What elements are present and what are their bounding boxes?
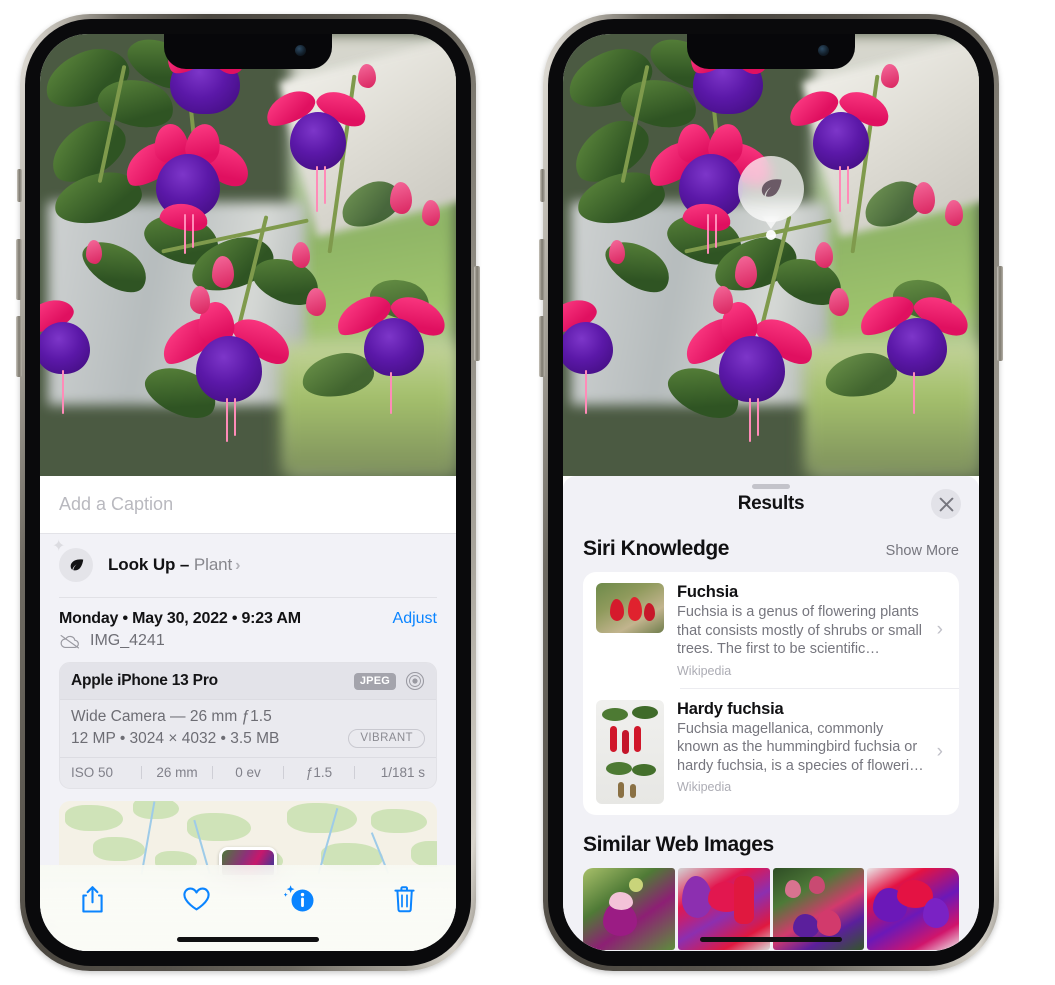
exif-shutter: 1/181 s [380, 765, 425, 780]
knowledge-thumbnail [596, 699, 664, 804]
date-row: Monday • May 30, 2022 • 9:23 AM Adjust [40, 598, 456, 629]
exif-iso: ISO 50 [71, 765, 114, 780]
photographic-style-badge: VIBRANT [348, 729, 425, 748]
sheet-title: Results [737, 493, 805, 514]
close-button[interactable] [931, 489, 961, 519]
mute-switch-left[interactable] [17, 169, 22, 202]
volume-down-button-left[interactable] [16, 316, 22, 377]
home-indicator-left[interactable] [177, 937, 319, 942]
look-up-dash: – [175, 555, 194, 574]
knowledge-item-fuchsia[interactable]: Fuchsia Fuchsia is a genus of flowering … [583, 572, 959, 689]
photo-viewer[interactable] [40, 34, 456, 476]
exif-focal-length: 26 mm [156, 765, 198, 780]
knowledge-source: Wikipedia [677, 780, 732, 795]
leaf-icon [761, 179, 782, 197]
look-up-row[interactable]: ✦ Look Up – Plant › [40, 534, 456, 598]
camera-info-card: Apple iPhone 13 Pro JPEG Wide Camera — 2… [59, 662, 437, 789]
look-up-subject: Plant [193, 555, 233, 574]
camera-card-body: Wide Camera — 26 mm ƒ1.5 12 MP • 3024 × … [60, 700, 436, 757]
caption-placeholder: Add a Caption [59, 494, 174, 514]
heart-icon [182, 887, 210, 911]
photo-info-panel: Add a Caption ✦ Look Up – Plant › Monday … [40, 476, 456, 951]
knowledge-body: Hardy fuchsia Fuchsia magellanica, commo… [677, 700, 924, 795]
format-badge: JPEG [353, 672, 396, 690]
front-camera-right [818, 45, 829, 56]
look-up-label: Look Up – Plant › [108, 555, 240, 575]
location-map[interactable] [59, 801, 437, 875]
knowledge-item-hardy-fuchsia[interactable]: Hardy fuchsia Fuchsia magellanica, commo… [583, 689, 959, 815]
screen-left: Add a Caption ✦ Look Up – Plant › Monday … [40, 34, 456, 951]
home-indicator-right[interactable] [700, 937, 842, 942]
web-image-thumbnail[interactable] [583, 867, 675, 950]
knowledge-thumbnail [596, 583, 664, 633]
share-icon [81, 885, 103, 913]
leaf-icon [70, 558, 83, 570]
specs-row: 12 MP • 3024 × 4032 • 3.5 MB VIBRANT [71, 729, 425, 748]
file-row: IMG_4241 [40, 629, 456, 662]
caption-field[interactable]: Add a Caption [40, 476, 456, 534]
camera-card-header: Apple iPhone 13 Pro JPEG [60, 663, 436, 700]
mute-switch-right[interactable] [540, 169, 545, 202]
aperture-icon[interactable] [405, 671, 425, 691]
exif-row: ISO 50 26 mm 0 ev ƒ1.5 1/181 s [60, 757, 436, 788]
share-button[interactable] [69, 879, 115, 919]
section-title-siri-knowledge: Siri Knowledge [583, 537, 730, 560]
knowledge-title: Fuchsia [677, 583, 738, 601]
file-name: IMG_4241 [90, 632, 165, 649]
section-title-similar-web-images: Similar Web Images [583, 832, 774, 856]
knowledge-body: Fuchsia Fuchsia is a genus of flowering … [677, 583, 924, 678]
sparkle-icon: ✦ [52, 538, 66, 555]
favorite-button[interactable] [173, 879, 219, 919]
volume-down-button-right[interactable] [539, 316, 545, 377]
power-button-right[interactable] [997, 266, 1003, 361]
chevron-right-icon: › [235, 557, 241, 574]
power-button-left[interactable] [474, 266, 480, 361]
camera-header-badges: JPEG [353, 671, 425, 691]
similar-web-images-header: Similar Web Images [563, 815, 979, 868]
photo-toolbar [40, 865, 456, 951]
siri-knowledge-card: Fuchsia Fuchsia is a genus of flowering … [583, 572, 959, 815]
knowledge-title: Hardy fuchsia [677, 699, 784, 718]
trash-icon [393, 886, 415, 913]
lens-info: Wide Camera — 26 mm ƒ1.5 [71, 708, 272, 725]
chevron-right-icon: › [936, 619, 943, 641]
info-button[interactable] [277, 879, 323, 919]
sheet-header: Results [563, 476, 979, 532]
leaf-icon-container: ✦ [52, 539, 93, 582]
photo-background [40, 34, 456, 476]
delete-button[interactable] [381, 879, 427, 919]
screenshot-stage: Add a Caption ✦ Look Up – Plant › Monday … [0, 0, 1055, 985]
device-notch-left [164, 34, 332, 69]
chevron-right-icon: › [936, 740, 943, 762]
visual-look-up-badge[interactable] [738, 156, 804, 222]
close-icon [939, 497, 953, 511]
visual-look-up-dot [766, 230, 776, 240]
info-sparkle-icon [284, 885, 314, 912]
screen-right: Results Siri Knowledge Show More Fuchsia… [563, 34, 979, 951]
volume-up-button-right[interactable] [539, 239, 545, 300]
exif-exposure: 0 ev [235, 765, 261, 780]
look-up-title: Look Up [108, 555, 176, 574]
exif-aperture: ƒ1.5 [305, 765, 333, 780]
knowledge-source: Wikipedia [677, 663, 732, 678]
photo-background-right [563, 34, 979, 476]
web-image-thumbnail[interactable] [867, 867, 959, 950]
image-specs: 12 MP • 3024 × 4032 • 3.5 MB [71, 729, 280, 747]
adjust-button[interactable]: Adjust [393, 610, 437, 628]
show-more-button[interactable]: Show More [886, 543, 959, 559]
photo-date: Monday • May 30, 2022 • 9:23 AM [59, 610, 301, 627]
knowledge-description: Fuchsia magellanica, commonly known as t… [677, 720, 924, 774]
volume-up-button-left[interactable] [16, 239, 22, 300]
phone-left: Add a Caption ✦ Look Up – Plant › Monday … [16, 14, 480, 971]
knowledge-description: Fuchsia is a genus of flowering plants t… [677, 604, 922, 658]
device-notch-right [687, 34, 855, 69]
phone-right: Results Siri Knowledge Show More Fuchsia… [539, 14, 1003, 971]
photo-viewer-right[interactable] [563, 34, 979, 476]
results-sheet: Results Siri Knowledge Show More Fuchsia… [563, 476, 979, 951]
camera-model: Apple iPhone 13 Pro [71, 672, 218, 689]
siri-knowledge-header: Siri Knowledge Show More [563, 532, 979, 572]
icloud-slash-icon [60, 634, 80, 648]
front-camera-left [295, 45, 306, 56]
